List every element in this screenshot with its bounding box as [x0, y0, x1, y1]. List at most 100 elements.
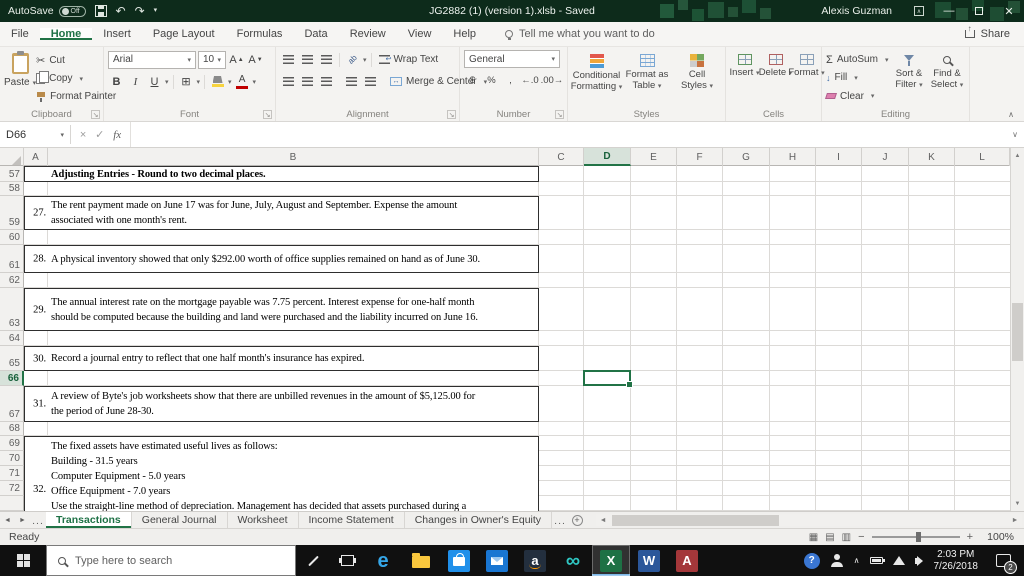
volume-icon[interactable]: [914, 555, 923, 566]
name-box-dropdown[interactable]: ▾: [60, 131, 64, 139]
scroll-up-button[interactable]: ▲: [1011, 148, 1024, 163]
cancel-entry-button[interactable]: ×: [80, 129, 86, 141]
copy-dropdown[interactable]: ▾: [79, 75, 83, 83]
zoom-in-button[interactable]: +: [967, 531, 973, 543]
horizontal-scroll-thumb[interactable]: [612, 514, 780, 526]
number-dialog-launcher[interactable]: ↘: [555, 110, 564, 119]
scroll-down-button[interactable]: ▼: [1011, 496, 1024, 511]
underline-dropdown[interactable]: ▾: [165, 78, 169, 86]
help-icon[interactable]: ?: [803, 552, 820, 569]
align-center-button[interactable]: [299, 73, 316, 91]
column-header-D[interactable]: D: [584, 148, 631, 166]
clipboard-dialog-launcher[interactable]: ↘: [91, 110, 100, 119]
fill-color-dropdown[interactable]: ▾: [228, 78, 232, 86]
amazon-icon[interactable]: a: [516, 545, 554, 576]
store-icon[interactable]: [440, 545, 478, 576]
column-header-L[interactable]: L: [955, 148, 1010, 166]
clear-dropdown[interactable]: ▾: [871, 92, 875, 100]
column-header-G[interactable]: G: [723, 148, 770, 166]
row-header-68[interactable]: 68: [0, 422, 24, 436]
formula-input[interactable]: [131, 122, 1006, 147]
row-header-60[interactable]: 60: [0, 230, 24, 245]
mail-icon[interactable]: [478, 545, 516, 576]
row-header-72[interactable]: 72: [0, 481, 24, 496]
comma-style-button[interactable]: ,: [502, 72, 519, 90]
scroll-left-button[interactable]: ◄: [596, 517, 610, 524]
scroll-right-button[interactable]: ►: [1008, 517, 1022, 524]
row-header-71[interactable]: 71: [0, 466, 24, 481]
decrease-indent-button[interactable]: [343, 73, 360, 91]
row-header-57[interactable]: 57: [0, 166, 24, 182]
zoom-slider-thumb[interactable]: [915, 532, 921, 542]
increase-font-size-button[interactable]: A ▲: [228, 51, 245, 69]
share-button[interactable]: Share: [951, 22, 1024, 46]
column-header-K[interactable]: K: [909, 148, 955, 166]
font-color-button[interactable]: A: [234, 73, 251, 91]
sheet-tab-transactions[interactable]: Transactions: [46, 512, 132, 528]
excel-icon[interactable]: X: [592, 545, 630, 576]
autosum-button[interactable]: Σ AutoSum ▾: [826, 51, 889, 68]
collapse-ribbon-button[interactable]: ∧: [1008, 110, 1014, 119]
tab-review[interactable]: Review: [339, 28, 397, 40]
quick-access-toolbar-dropdown[interactable]: ▾: [154, 5, 158, 17]
vertical-scrollbar[interactable]: ▲ ▼: [1010, 148, 1024, 511]
row-header-64[interactable]: 64: [0, 331, 24, 346]
amazon-drive-icon[interactable]: ∞: [554, 545, 592, 576]
action-center-button[interactable]: 2: [988, 545, 1018, 576]
top-align-button[interactable]: [280, 51, 297, 69]
minimize-button[interactable]: —: [934, 0, 964, 22]
column-header-E[interactable]: E: [631, 148, 677, 166]
number-format-select[interactable]: General ▾: [464, 50, 560, 68]
wrap-text-button[interactable]: Wrap Text: [376, 51, 442, 69]
sheet-more-left-button[interactable]: ...: [30, 512, 46, 528]
format-cells-button[interactable]: Format ▾: [788, 50, 825, 105]
windows-ink-button[interactable]: [296, 545, 330, 576]
confirm-entry-button[interactable]: ✓: [95, 128, 104, 141]
row-header-63[interactable]: 63: [0, 288, 24, 331]
normal-view-button[interactable]: ▦: [809, 532, 818, 543]
grid-body[interactable]: 57 58 59 60 61 62 63 64 65 66 67 68 69 70 71 72 Adjustin…: [0, 166, 1010, 511]
borders-button[interactable]: ⊞: [178, 73, 195, 91]
find-select-button[interactable]: Find & Select ▾: [929, 50, 965, 105]
sheet-tab-worksheet[interactable]: Worksheet: [228, 512, 299, 528]
sheet-tab-changes-in-owner-s-equity[interactable]: Changes in Owner's Equity: [405, 512, 553, 528]
close-button[interactable]: ✕: [994, 0, 1024, 22]
percent-style-button[interactable]: %: [483, 72, 500, 90]
chevron-up-icon[interactable]: ∧: [854, 556, 860, 565]
page-break-view-button[interactable]: ▥: [842, 532, 851, 543]
row-header-58[interactable]: 58: [0, 182, 24, 196]
delete-cells-button[interactable]: Delete ▾: [759, 50, 792, 105]
taskbar-clock[interactable]: 2:03 PM 7/26/2018: [934, 549, 979, 572]
people-icon[interactable]: [830, 554, 844, 567]
taskbar-search[interactable]: Type here to search: [46, 545, 296, 576]
select-all-button[interactable]: [0, 148, 24, 166]
active-cell[interactable]: [583, 370, 633, 388]
start-button[interactable]: [0, 545, 46, 576]
font-name-select[interactable]: Arial ▾: [108, 50, 196, 69]
tell-me-search[interactable]: Tell me what you want to do: [505, 22, 655, 46]
cell-styles-button[interactable]: Cell Styles ▾: [673, 50, 721, 105]
row-header-61[interactable]: 61: [0, 245, 24, 273]
insert-function-button[interactable]: fx: [113, 129, 121, 141]
bottom-align-button[interactable]: [318, 51, 335, 69]
fill-button[interactable]: ↓ Fill ▾: [826, 69, 889, 86]
page-layout-view-button[interactable]: ▤: [825, 532, 834, 543]
vertical-scroll-track[interactable]: [1011, 163, 1024, 496]
file-explorer-icon[interactable]: [402, 545, 440, 576]
borders-dropdown[interactable]: ▾: [197, 78, 201, 86]
sheet-scroll-right-button[interactable]: ►: [15, 512, 30, 528]
zoom-slider[interactable]: [871, 532, 960, 542]
network-icon[interactable]: [892, 556, 905, 565]
column-header-C[interactable]: C: [539, 148, 584, 166]
decrease-decimal-button[interactable]: .00→: [541, 72, 564, 90]
fill-color-button[interactable]: [209, 73, 226, 91]
name-box[interactable]: D66 ▾: [0, 122, 70, 147]
horizontal-scrollbar[interactable]: ◄ ►: [596, 514, 1022, 526]
paste-button[interactable]: Paste ▾: [4, 50, 36, 105]
zoom-out-button[interactable]: −: [858, 531, 864, 543]
tab-file[interactable]: File: [0, 22, 40, 46]
tab-insert[interactable]: Insert: [92, 28, 142, 40]
column-header-B[interactable]: B: [48, 148, 539, 166]
align-left-button[interactable]: [280, 73, 297, 91]
row-header-69[interactable]: 69: [0, 436, 24, 451]
